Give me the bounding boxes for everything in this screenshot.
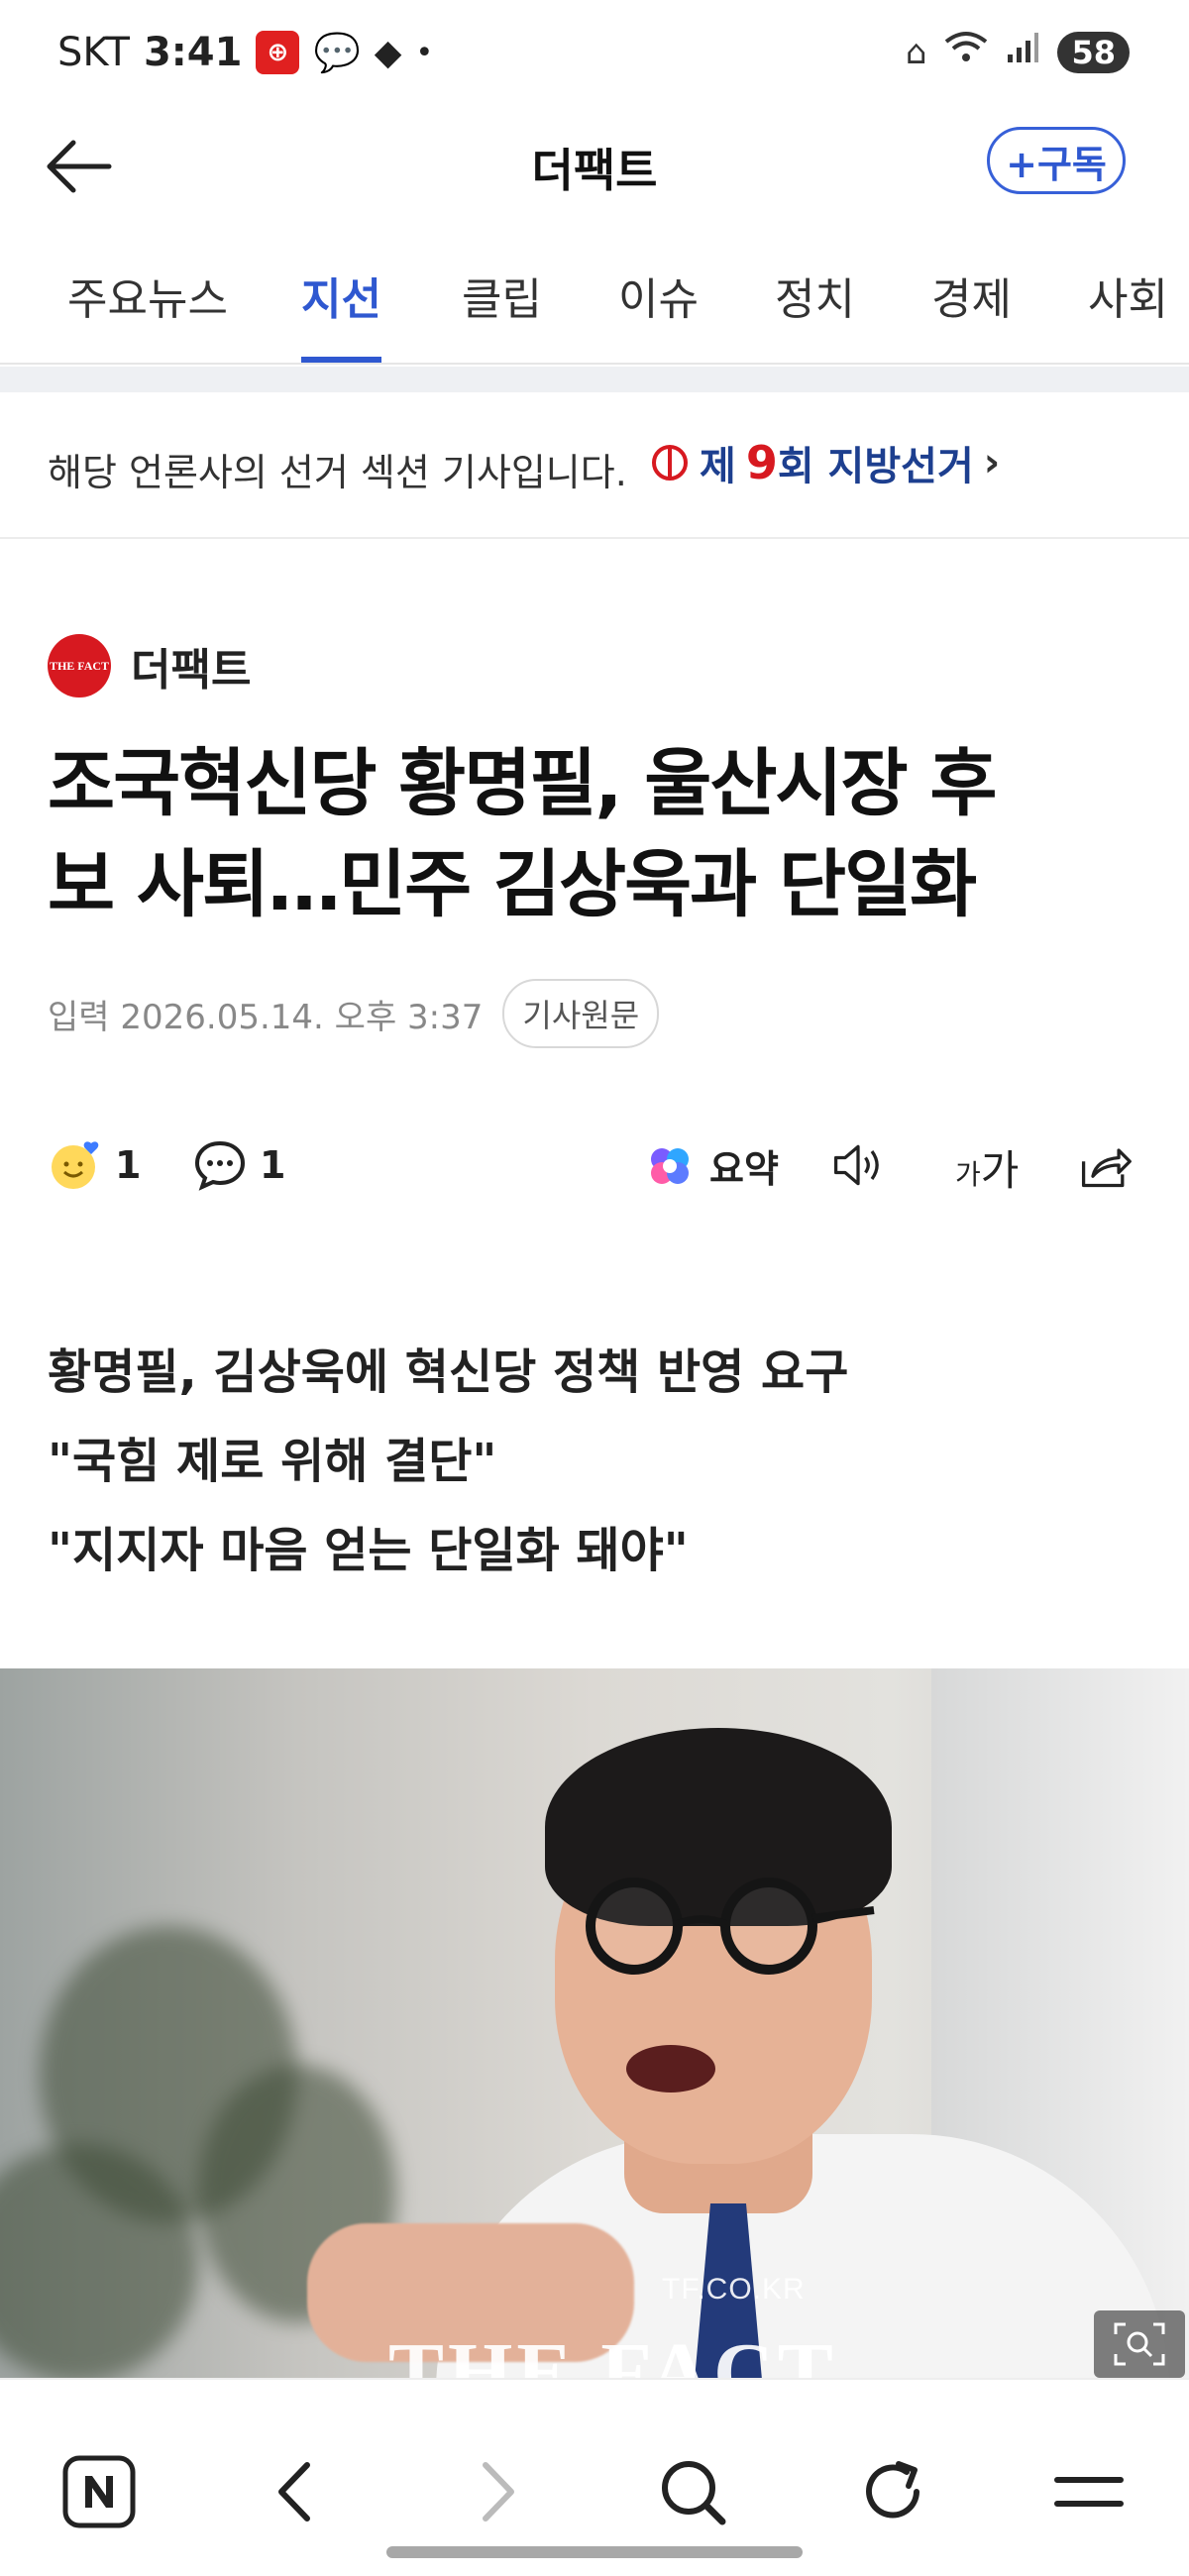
reaction-button[interactable]: 1 <box>48 1137 141 1193</box>
election-link-prefix: 제 <box>700 444 736 489</box>
font-size-label-large: 가 <box>980 1146 1020 1195</box>
app-notification-icon: ⊕ <box>256 31 300 74</box>
article-photo[interactable]: TF.CO.KR THE FACT <box>0 1668 1189 2378</box>
election-link-number: 9 <box>745 436 778 489</box>
article-summary: 황명필, 김상욱에 혁신당 정책 반영 요구 "국힘 제로 위해 결단" "지지… <box>48 1328 1137 1595</box>
subscribe-button[interactable]: +구독 <box>987 127 1126 194</box>
image-search-button[interactable] <box>1094 2310 1185 2378</box>
image-search-icon <box>1114 2322 1165 2366</box>
election-link-suffix: 회 지방선거 <box>777 444 974 489</box>
location-notification-icon: ◆ <box>374 32 402 73</box>
election-section-banner: 해당 언론사의 선거 섹션 기사입니다. 제 9 회 지방선거 › <box>0 392 1189 539</box>
summary-line-1: 황명필, 김상욱에 혁신당 정책 반영 요구 <box>48 1344 849 1400</box>
headline-line-2: 보 사퇴…민주 김상욱과 단일화 <box>48 842 977 927</box>
smiley-reaction-icon <box>48 1137 103 1193</box>
original-article-button[interactable]: 기사원문 <box>502 979 660 1048</box>
chevron-right-icon <box>483 2462 514 2522</box>
tab-clip[interactable]: 클립 <box>462 264 542 363</box>
search-icon <box>662 2461 726 2525</box>
local-election-link[interactable]: 제 9 회 지방선거 › <box>650 434 1000 491</box>
headline-line-1: 조국혁신당 황명필, 울산시장 후 <box>48 741 997 826</box>
comment-icon <box>192 1137 248 1193</box>
tab-society[interactable]: 사회 <box>1088 264 1168 363</box>
share-button[interactable] <box>1078 1137 1134 1193</box>
home-status-icon: ⌂ <box>905 32 927 72</box>
press-logo: THE FACT <box>48 634 111 698</box>
nav-menu-button[interactable] <box>1044 2447 1134 2536</box>
tab-issue[interactable]: 이슈 <box>618 264 699 363</box>
status-bar: SKT 3:41 ⊕ 💬 ◆ • ⌂ 58 <box>0 0 1189 111</box>
press-info[interactable]: THE FACT 더팩트 <box>48 634 251 698</box>
section-tabs: 주요뉴스 지선 클립 이슈 정치 경제 사회 <box>0 238 1189 365</box>
photo-watermark-url: TF.CO.KR <box>662 2273 806 2306</box>
battery-indicator: 58 <box>1057 31 1130 73</box>
tab-local-election[interactable]: 지선 <box>301 264 381 363</box>
photo-person-mouth <box>626 2045 715 2093</box>
hamburger-menu-icon <box>1054 2477 1124 2507</box>
tab-economy[interactable]: 경제 <box>931 264 1012 363</box>
published-label: 입력 2026.05.14. 오후 3:37 <box>48 990 483 1038</box>
nav-back-button[interactable] <box>252 2447 341 2536</box>
nav-refresh-button[interactable] <box>848 2447 937 2536</box>
home-indicator[interactable] <box>386 2546 803 2558</box>
status-right: ⌂ 58 <box>906 30 1130 74</box>
carrier-label: SKT <box>57 30 130 75</box>
naver-logo-icon <box>62 2455 136 2528</box>
wifi-icon <box>944 30 988 74</box>
refresh-icon <box>866 2461 919 2519</box>
nav-forward-button[interactable] <box>452 2447 541 2536</box>
font-size-button[interactable]: 가 가 <box>955 1137 1019 1198</box>
comment-count: 1 <box>260 1143 286 1187</box>
status-left: SKT 3:41 ⊕ 💬 ◆ • <box>57 30 433 75</box>
vote-stamp-icon <box>652 445 688 481</box>
chevron-left-icon <box>278 2462 310 2522</box>
reaction-count: 1 <box>115 1143 142 1187</box>
ai-summary-icon <box>642 1137 698 1193</box>
article-action-bar: 1 1 요약 가 가 <box>48 1129 1141 1209</box>
published-datetime: 2026.05.14. 오후 3:37 <box>120 997 484 1037</box>
summary-line-2: "국힘 제로 위해 결단" <box>48 1434 497 1489</box>
share-icon <box>1078 1137 1134 1193</box>
text-to-speech-button[interactable] <box>830 1137 886 1193</box>
tab-main-news[interactable]: 주요뉴스 <box>67 264 228 363</box>
clock: 3:41 <box>143 30 243 75</box>
nav-search-button[interactable] <box>648 2447 737 2536</box>
summary-line-3: "지지자 마음 얻는 단일화 돼야" <box>48 1523 689 1578</box>
press-name: 더팩트 <box>131 645 252 696</box>
font-size-label-small: 가 <box>955 1157 981 1191</box>
photo-watermark-brand: THE FACT <box>388 2326 837 2378</box>
app-header: 더팩트 +구독 <box>0 111 1189 220</box>
election-banner-text: 해당 언론사의 선거 섹션 기사입니다. <box>48 451 627 494</box>
photo-person-glasses <box>586 1878 875 1975</box>
article-meta: 입력 2026.05.14. 오후 3:37 기사원문 <box>48 979 660 1048</box>
article-headline: 조국혁신당 황명필, 울산시장 후 보 사퇴…민주 김상욱과 단일화 <box>48 733 1147 935</box>
section-divider <box>0 367 1189 392</box>
naver-home-button[interactable] <box>54 2447 144 2536</box>
summary-button[interactable]: 요약 <box>642 1137 779 1193</box>
published-prefix: 입력 <box>48 997 110 1037</box>
chat-notification-icon: 💬 <box>313 30 361 74</box>
more-notifications-dot: • <box>415 35 434 70</box>
summary-label: 요약 <box>709 1146 779 1191</box>
signal-icon <box>1006 31 1039 73</box>
tab-politics[interactable]: 정치 <box>775 264 855 363</box>
speaker-icon <box>830 1137 886 1193</box>
chevron-right-icon: › <box>983 440 1001 485</box>
comment-button[interactable]: 1 <box>192 1137 285 1193</box>
